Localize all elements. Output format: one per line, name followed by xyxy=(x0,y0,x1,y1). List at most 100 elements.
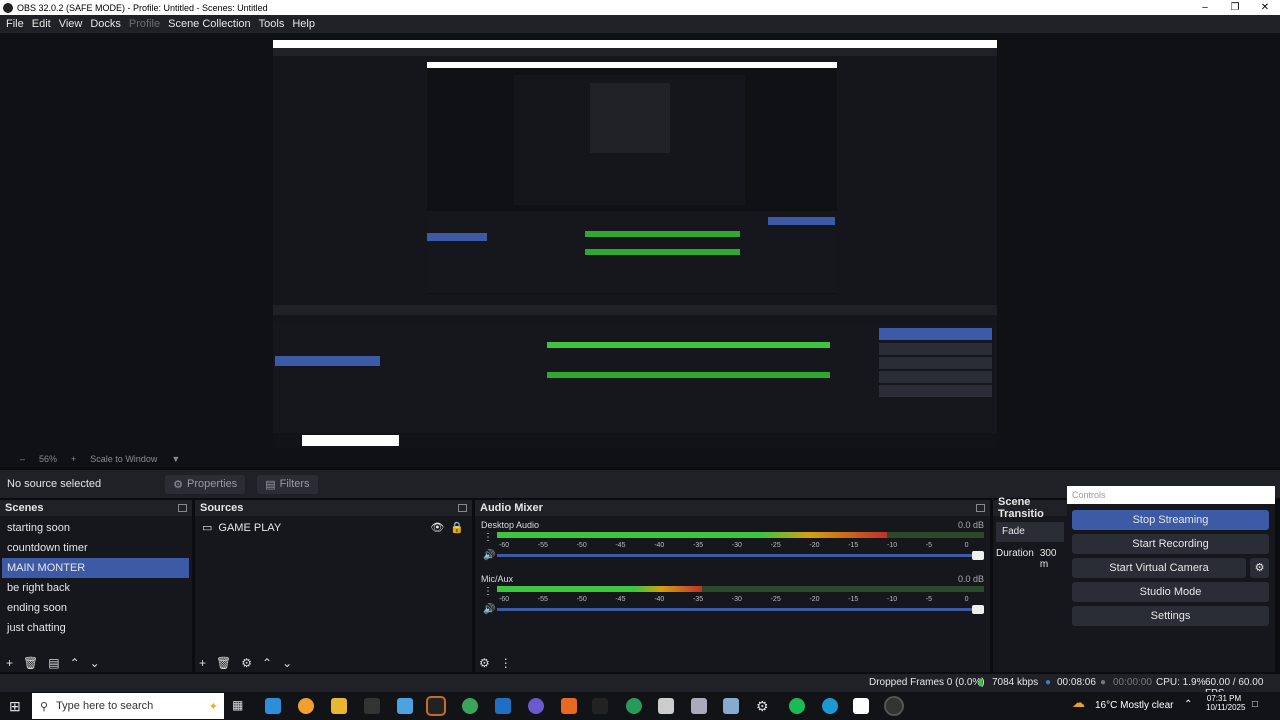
taskbar-search[interactable]: ⚲ Type here to search ✦ xyxy=(32,693,224,719)
tick-label: -15 xyxy=(848,542,859,549)
properties-button[interactable]: ⚙ Properties xyxy=(165,474,246,494)
float-dock-icon[interactable] xyxy=(458,504,467,512)
channel-name: Desktop Audio xyxy=(481,520,540,530)
add-scene-icon[interactable]: + xyxy=(6,656,13,670)
visibility-eye-icon[interactable]: 👁 xyxy=(430,518,444,538)
app-icon[interactable] xyxy=(397,698,413,714)
settings-gear-icon[interactable]: ⚙ xyxy=(756,698,772,714)
float-dock-icon[interactable] xyxy=(976,504,985,512)
tick-label: -15 xyxy=(848,596,859,603)
dropped-frames: Dropped Frames 0 (0.0%) xyxy=(869,677,985,688)
move-up-icon[interactable]: ⌃ xyxy=(70,656,80,670)
source-properties-icon[interactable]: ⚙ xyxy=(241,656,252,670)
search-placeholder: Type here to search xyxy=(56,700,154,712)
speaker-icon[interactable]: 🔊 xyxy=(483,550,495,561)
zoom-minus[interactable]: – xyxy=(20,454,25,464)
add-source-icon[interactable]: + xyxy=(199,656,206,670)
app-icon[interactable] xyxy=(265,698,281,714)
app-icon[interactable] xyxy=(592,698,608,714)
menu-tools[interactable]: Tools xyxy=(255,18,289,30)
menu-docks[interactable]: Docks xyxy=(86,18,125,30)
mixer-menu-icon[interactable]: ⋮ xyxy=(500,656,512,670)
task-view-icon[interactable]: ▦ xyxy=(232,698,248,714)
menu-scene-collection[interactable]: Scene Collection xyxy=(164,18,255,30)
menu-view[interactable]: View xyxy=(55,18,87,30)
channel-menu-icon[interactable]: ⋮ xyxy=(483,586,493,597)
scene-item[interactable]: starting soon xyxy=(0,518,192,538)
tick-label: -5 xyxy=(925,542,933,549)
weather-text[interactable]: 16°C Mostly clear xyxy=(1095,700,1173,711)
chrome-icon[interactable] xyxy=(462,698,478,714)
minimize-button[interactable]: – xyxy=(1190,0,1220,15)
virtual-camera-settings-icon[interactable]: ⚙ xyxy=(1250,558,1269,578)
clock[interactable]: 07:31 PM 10/11/2025 xyxy=(1206,694,1246,712)
mixer-settings-icon[interactable]: ⚙ xyxy=(479,656,490,670)
start-virtual-camera-button[interactable]: Start Virtual Camera xyxy=(1072,558,1246,578)
app-icon[interactable] xyxy=(298,698,314,714)
lock-icon[interactable]: 🔒 xyxy=(450,518,464,538)
app-icon[interactable] xyxy=(561,698,577,714)
move-down-icon[interactable]: ⌄ xyxy=(90,656,100,670)
volume-knob[interactable] xyxy=(972,551,984,560)
menu-file[interactable]: File xyxy=(2,18,28,30)
app-icon[interactable] xyxy=(528,698,544,714)
app-icon[interactable] xyxy=(626,698,642,714)
volume-slider[interactable] xyxy=(497,551,984,560)
channel-db: 0.0 dB xyxy=(957,574,984,584)
clock-date: 10/11/2025 xyxy=(1206,703,1246,712)
close-button[interactable]: ✕ xyxy=(1250,0,1280,15)
app-icon[interactable] xyxy=(691,698,707,714)
scene-item[interactable]: ending soon xyxy=(0,598,192,618)
app-icon[interactable] xyxy=(658,698,674,714)
stop-streaming-button[interactable]: Stop Streaming xyxy=(1072,510,1269,530)
file-explorer-icon[interactable] xyxy=(331,698,347,714)
scene-item-selected[interactable]: MAIN MONTER xyxy=(2,558,189,578)
float-dock-icon[interactable] xyxy=(178,504,187,512)
transitions-header: Scene Transitio xyxy=(993,496,1067,520)
settings-button[interactable]: Settings xyxy=(1072,606,1269,626)
channel-menu-icon[interactable]: ⋮ xyxy=(483,532,493,543)
channel-db: 0.0 dB xyxy=(957,520,984,530)
zoom-dropdown-icon[interactable]: ▼ xyxy=(171,454,180,464)
scene-item[interactable]: just chatting xyxy=(0,618,192,638)
preview-canvas[interactable] xyxy=(0,33,1280,451)
zoom-fit[interactable]: Scale to Window xyxy=(90,454,157,464)
controls-dock: Controls Stop Streaming Start Recording … xyxy=(1067,486,1275,672)
app-icon[interactable] xyxy=(723,698,739,714)
spotify-icon[interactable] xyxy=(789,698,805,714)
tick-label: -55 xyxy=(537,596,548,603)
move-up-icon[interactable]: ⌃ xyxy=(262,656,272,670)
volume-slider[interactable] xyxy=(497,605,984,614)
app-icon[interactable] xyxy=(853,698,869,714)
zoom-plus[interactable]: + xyxy=(71,454,76,464)
duration-input[interactable]: 300 m xyxy=(1040,548,1067,570)
speaker-icon[interactable]: 🔊 xyxy=(483,604,495,615)
edge-icon[interactable] xyxy=(822,698,838,714)
notification-icon[interactable]: □ xyxy=(1252,699,1258,710)
start-recording-button[interactable]: Start Recording xyxy=(1072,534,1269,554)
outlook-icon[interactable] xyxy=(495,698,511,714)
source-item[interactable]: ▭ GAME PLAY 👁 🔒 xyxy=(195,518,472,538)
filters-label: Filters xyxy=(279,478,310,490)
studio-mode-button[interactable]: Studio Mode xyxy=(1072,582,1269,602)
obs-icon[interactable] xyxy=(884,696,904,716)
app-icon[interactable] xyxy=(426,696,446,716)
scene-item[interactable]: countdown timer xyxy=(0,538,192,558)
level-meter xyxy=(497,586,984,592)
tray-chevron-icon[interactable]: ⌃ xyxy=(1184,699,1192,710)
remove-scene-icon[interactable]: 🗑 xyxy=(23,656,38,670)
transition-select[interactable]: Fade xyxy=(996,522,1064,542)
remove-source-icon[interactable]: 🗑 xyxy=(216,656,231,670)
windows-start-icon[interactable]: ⊞ xyxy=(9,698,21,715)
filters-button[interactable]: ▤ Filters xyxy=(257,474,318,494)
move-down-icon[interactable]: ⌄ xyxy=(282,656,292,670)
volume-knob[interactable] xyxy=(972,605,984,614)
maximize-button[interactable]: ❐ xyxy=(1220,0,1250,15)
menu-edit[interactable]: Edit xyxy=(28,18,55,30)
scene-filters-icon[interactable]: ▤ xyxy=(48,656,59,670)
monitor-icon: ▭ xyxy=(202,522,213,534)
scene-item[interactable]: be right back xyxy=(0,578,192,598)
tick-label: -60 xyxy=(499,596,510,603)
epic-games-icon[interactable] xyxy=(364,698,380,714)
menu-help[interactable]: Help xyxy=(288,18,319,30)
